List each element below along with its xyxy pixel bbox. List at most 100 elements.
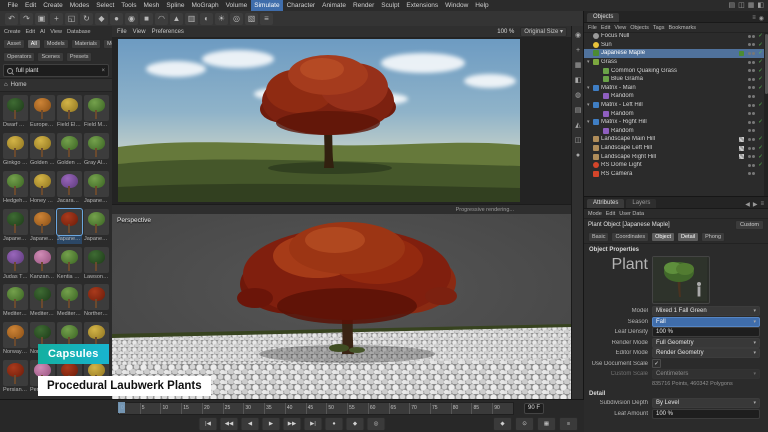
plant-asset[interactable]: Kanzan Cherry (Fall Plant): [30, 247, 55, 282]
asset-filter-tab[interactable]: Models: [43, 39, 69, 49]
plant-asset[interactable]: Japanese Larch (Fall Plant): [30, 209, 55, 244]
live-selection-icon[interactable]: ▣: [35, 13, 48, 25]
size-mode-dropdown[interactable]: Original Size ▾: [520, 27, 567, 37]
enable-check-icon[interactable]: ✓: [757, 145, 764, 151]
plant-asset[interactable]: Mediterranean Fan Palm (Fall Plant): [57, 284, 82, 319]
plant-asset[interactable]: Field Maple (Fall Plant): [84, 95, 109, 130]
previous-frame-button[interactable]: ◀: [241, 417, 260, 431]
enable-check-icon[interactable]: ✓: [757, 59, 764, 65]
asset-category-tab[interactable]: Scenes: [37, 52, 63, 62]
snap-icon[interactable]: ◉: [575, 32, 581, 40]
quantize-icon[interactable]: ◍: [575, 92, 581, 100]
menu-render[interactable]: Render: [349, 0, 377, 11]
attribute-value[interactable]: By Level ▾: [652, 398, 760, 408]
object-row[interactable]: Random: [584, 109, 764, 118]
visibility-dots[interactable]: [748, 155, 755, 158]
object-manager-menu-item[interactable]: View: [614, 25, 626, 31]
plant-asset[interactable]: Persian Ironwood (Fall Plant): [3, 360, 28, 395]
visibility-dots[interactable]: [748, 61, 755, 64]
simulate-icon[interactable]: ◐: [200, 13, 213, 25]
previous-key-button[interactable]: ◀◀: [220, 417, 239, 431]
enable-check-icon[interactable]: ✓: [757, 42, 764, 48]
move-tool-icon[interactable]: +: [50, 13, 63, 25]
enable-check-icon[interactable]: ✓: [757, 85, 764, 91]
visibility-dots[interactable]: [748, 164, 755, 167]
asset-browser-menu-item[interactable]: Edit: [26, 29, 35, 35]
menu-mesh[interactable]: Mesh: [140, 0, 163, 11]
viewport-solo-icon[interactable]: ●: [576, 152, 580, 160]
material-icon[interactable]: ▧: [245, 13, 258, 25]
tab-layers[interactable]: Layers: [626, 199, 656, 208]
camera-icon[interactable]: ◎: [230, 13, 243, 25]
object-row[interactable]: Blue Grama ✓: [584, 75, 764, 84]
plant-asset[interactable]: Honey Locust 'Sunburst' (Fall Plant): [30, 171, 55, 206]
asset-filter-tab[interactable]: Asset: [3, 39, 25, 49]
plant-asset[interactable]: Japanese Angelica Tree (Fall Plant): [84, 171, 109, 206]
asset-browser-menu-item[interactable]: Database: [67, 29, 91, 35]
attribute-menu-item[interactable]: Mode: [588, 211, 602, 217]
plant-asset[interactable]: European Beech (Fall Plant): [30, 95, 55, 130]
timeline-playhead[interactable]: [118, 402, 125, 413]
object-manager-menu-item[interactable]: Bookmarks: [668, 25, 696, 31]
menu-modes[interactable]: Modes: [66, 0, 93, 11]
undo-icon[interactable]: ↶: [5, 13, 18, 25]
plant-asset[interactable]: Field Elm (Fall Plant): [57, 95, 82, 130]
dock-layout-icon[interactable]: ◧: [757, 0, 764, 11]
enable-check-icon[interactable]: ✓: [757, 33, 764, 39]
plant-asset[interactable]: Kentia Palm (Fall Plant): [57, 247, 82, 282]
custom-scale-dropdown[interactable]: Centimeters ▾: [652, 369, 760, 379]
object-row[interactable]: Random: [584, 127, 764, 136]
isolate-view-icon[interactable]: ◧: [575, 77, 582, 85]
go-to-end-button[interactable]: ▶|: [304, 417, 323, 431]
visibility-dots[interactable]: [748, 138, 755, 141]
timeline-menu-icon[interactable]: ≡: [559, 417, 578, 431]
menu-sculpt[interactable]: Sculpt: [378, 0, 403, 11]
attribute-value[interactable]: Full Geometry ▾: [652, 338, 760, 348]
menu-create[interactable]: Create: [40, 0, 67, 11]
plant-asset[interactable]: Gray Alder (Fall Plant): [84, 133, 109, 168]
menu-simulate[interactable]: Simulate: [251, 0, 283, 11]
object-row[interactable]: Common Quaking Grass ✓: [584, 66, 764, 75]
enable-check-icon[interactable]: ✓: [757, 119, 764, 125]
visibility-dots[interactable]: [748, 86, 755, 89]
attribute-value[interactable]: Mixed 1 Fall Green ▾: [652, 306, 760, 316]
plant-asset[interactable]: Norway Maple (Fall Plant): [3, 322, 28, 357]
asset-category-tab[interactable]: Presets: [66, 52, 93, 62]
menu-select[interactable]: Select: [93, 0, 118, 11]
menu-animate[interactable]: Animate: [319, 0, 350, 11]
plant-asset[interactable]: Dwarf Mountain Pine (Fall Plant): [3, 95, 28, 130]
record-button[interactable]: ●: [325, 417, 344, 431]
visibility-dots[interactable]: [748, 129, 755, 132]
plant-asset[interactable]: Golden Weeping Willow (Fall Plant): [57, 133, 82, 168]
go-to-start-button[interactable]: |◀: [199, 417, 218, 431]
render-viewport[interactable]: [112, 37, 572, 204]
visibility-dots[interactable]: [748, 172, 755, 175]
plant-asset[interactable]: Japanese Pagoda Tree (Fall Plant): [84, 209, 109, 244]
detail-section-header[interactable]: Detail: [584, 388, 768, 398]
layer-strip-icon[interactable]: ▤: [575, 107, 582, 115]
object-manager-menu-item[interactable]: File: [588, 25, 597, 31]
scale-tool-icon[interactable]: ◱: [65, 13, 78, 25]
asset-filter-tab[interactable]: All: [27, 39, 41, 49]
perspective-viewport[interactable]: Perspective: [112, 214, 572, 400]
enable-check-icon[interactable]: ✓: [757, 50, 764, 56]
visibility-dots[interactable]: [748, 95, 755, 98]
display-mode-icon[interactable]: ≡: [260, 13, 273, 25]
visibility-dots[interactable]: [748, 69, 755, 72]
clear-search-icon[interactable]: ×: [101, 68, 105, 74]
custom-button[interactable]: Custom: [735, 220, 764, 230]
plant-asset[interactable]: Japanese Camellia (Fall Plant): [3, 209, 28, 244]
object-tag-icon[interactable]: [739, 154, 744, 159]
menu-help[interactable]: Help: [472, 0, 492, 11]
tab-attributes[interactable]: Attributes: [587, 199, 624, 208]
play-button[interactable]: ▶: [262, 417, 281, 431]
enable-check-icon[interactable]: ✓: [757, 102, 764, 108]
menu-spline[interactable]: Spline: [163, 0, 188, 11]
object-row[interactable]: Sun ✓: [584, 41, 764, 50]
asset-browser-menu-item[interactable]: Create: [4, 29, 21, 35]
timeline-layout-icon[interactable]: ▦: [537, 417, 556, 431]
visibility-dots[interactable]: [748, 147, 755, 150]
keyframe-button[interactable]: ◆: [346, 417, 365, 431]
object-row[interactable]: ▾ Matrix - Main ✓: [584, 84, 764, 93]
autokey-button[interactable]: ◎: [367, 417, 386, 431]
